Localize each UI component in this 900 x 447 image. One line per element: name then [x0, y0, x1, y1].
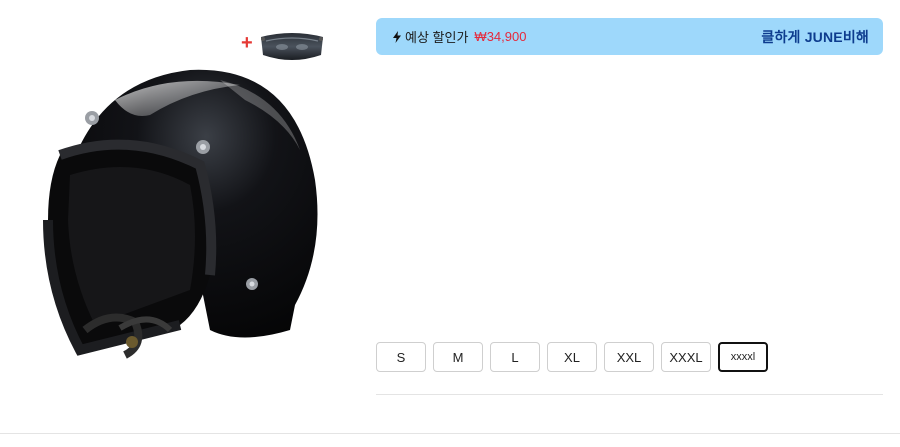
section-divider [0, 433, 900, 434]
options-divider [376, 394, 883, 395]
discount-price: ₩34,900 [474, 29, 527, 44]
lightning-icon [393, 30, 401, 43]
size-option-xxxl[interactable]: XXXL [661, 342, 711, 372]
discount-promo-banner[interactable]: 예상 할인가 ₩34,900 클하게 JUNE비해 [376, 18, 883, 55]
discount-label: 예상 할인가 [405, 30, 469, 45]
size-option-xxl[interactable]: XXL [604, 342, 654, 372]
size-option-xl[interactable]: XL [547, 342, 597, 372]
promo-action-link[interactable]: 클하게 JUNE비해 [761, 27, 869, 47]
product-detail-page: + 예상 할인가 ₩34,900 클하게 JUNE비해 S M L XL XXL… [0, 0, 900, 447]
helmet-image [43, 69, 318, 359]
size-option-m[interactable]: M [433, 342, 483, 372]
size-options: S M L XL XXL XXXL xxxxl [376, 342, 768, 372]
addon-plus-icon: + [241, 32, 253, 54]
discount-estimate: 예상 할인가 ₩34,900 [392, 27, 526, 46]
size-option-xxxxl[interactable]: xxxxl [718, 342, 768, 372]
size-option-l[interactable]: L [490, 342, 540, 372]
size-option-s[interactable]: S [376, 342, 426, 372]
